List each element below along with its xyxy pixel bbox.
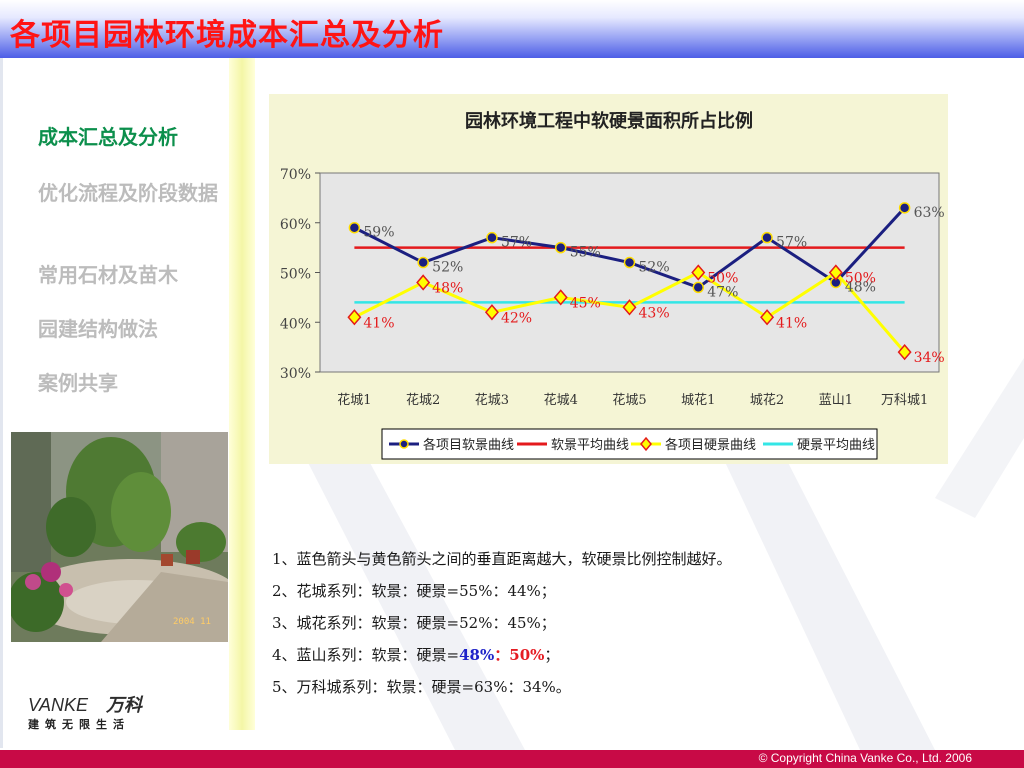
- y-tick-label: 30%: [280, 366, 311, 382]
- soft-point: [348, 221, 361, 234]
- soft-data-label: 52%: [432, 260, 463, 276]
- note-line-5: 5、万科城系列：软景：硬景=63%：34%。: [272, 678, 571, 696]
- header-bar: 各项目园林环境成本汇总及分析: [0, 0, 1024, 58]
- soft-data-label: 57%: [501, 235, 532, 251]
- logo-tagline: 建筑无限生活: [28, 718, 130, 731]
- note-line-2: 2、花城系列：软景：硬景=55%：44%；: [272, 582, 556, 600]
- x-tick-label: 花城3: [475, 392, 509, 408]
- hard-data-label: 43%: [639, 305, 670, 321]
- x-tick-label: 蓝山1: [819, 393, 853, 408]
- nav-item-process-optimization[interactable]: 优化流程及阶段数据: [38, 180, 228, 206]
- note-line-4-prefix: 4、蓝山系列：软景：硬景=: [272, 646, 460, 664]
- x-axis: 花城1 花城2 花城3 花城4 花城5 城花1 城花2 蓝山1 万科城1: [337, 392, 928, 408]
- legend-label: 各项目软景曲线: [423, 437, 514, 453]
- garden-photo: 2004 11: [11, 432, 228, 642]
- x-tick-label: 万科城1: [881, 393, 928, 408]
- y-tick-label: 70%: [280, 167, 311, 183]
- divider-bar: [229, 58, 255, 730]
- soft-data-label: 55%: [570, 245, 601, 261]
- y-tick-label: 60%: [280, 217, 311, 233]
- x-tick-label: 花城5: [612, 392, 646, 408]
- vanke-logo: VANKE 万科 建筑无限生活: [28, 692, 198, 732]
- hard-data-label: 50%: [707, 271, 738, 287]
- chart-title: 园林环境工程中软硬景面积所占比例: [465, 110, 753, 132]
- hard-data-label: 41%: [363, 315, 394, 331]
- soft-data-label: 63%: [914, 205, 945, 221]
- hard-data-label: 48%: [432, 280, 463, 296]
- left-rule: [0, 58, 3, 748]
- soft-data-label: 59%: [363, 225, 394, 241]
- nav-item-structure-methods[interactable]: 园建结构做法: [38, 316, 228, 342]
- logo-chinese-text: 万科: [105, 695, 144, 716]
- hard-data-label: 42%: [501, 310, 532, 326]
- photo-date-stamp: 2004 11: [173, 617, 211, 627]
- soft-point: [761, 231, 773, 244]
- note-line-4-soft: 48%: [459, 646, 495, 664]
- chart-legend: 各项目软景曲线 软景平均曲线 各项目硬景曲线 硬景平均曲线: [381, 428, 878, 460]
- legend-marker-circle: [399, 439, 409, 449]
- note-line-1: 1、蓝色箭头与黄色箭头之间的垂直距离越大，软硬景比例控制越好。: [272, 550, 732, 568]
- soft-point: [898, 202, 911, 214]
- soft-point: [623, 256, 636, 269]
- legend-label: 各项目硬景曲线: [665, 437, 756, 453]
- page-title: 各项目园林环境成本汇总及分析: [10, 18, 444, 53]
- note-line-3: 3、城花系列：软景：硬景=52%：45%；: [272, 614, 556, 632]
- legend-label: 软景平均曲线: [551, 438, 629, 453]
- note-line-4-sep: ：: [494, 646, 510, 664]
- x-tick-label: 城花1: [681, 392, 715, 408]
- soft-point: [692, 281, 705, 294]
- line-chart: 园林环境工程中软硬景面积所占比例 30%40%50%60%70% 花城1 花城2 花…: [280, 110, 945, 460]
- copyright-text: © Copyright China Vanke Co., Ltd. 2006: [758, 751, 972, 765]
- hard-data-label: 45%: [570, 295, 601, 311]
- soft-point: [417, 256, 429, 269]
- x-tick-label: 花城4: [544, 392, 578, 408]
- chart-panel: 园林环境工程中软硬景面积所占比例 30% 40% 50% 60% 70% 花城1 花城2 花…: [269, 94, 948, 464]
- x-tick-label: 花城1: [337, 392, 371, 408]
- vanke-logo-mark: VANKE 万科: [28, 695, 144, 716]
- soft-data-label: 52%: [639, 260, 670, 276]
- nav-item-case-sharing[interactable]: 案例共享: [38, 370, 228, 396]
- x-tick-label: 城花2: [750, 392, 784, 408]
- hard-data-label: 41%: [776, 315, 807, 331]
- soft-data-label: 57%: [776, 235, 807, 251]
- nav-item-stone-seedlings[interactable]: 常用石材及苗木: [38, 262, 228, 288]
- soft-point: [486, 231, 498, 244]
- note-line-4-suffix: ；: [544, 646, 560, 664]
- nav-item-cost-summary[interactable]: 成本汇总及分析: [38, 124, 228, 150]
- hard-data-label: 34%: [914, 350, 945, 366]
- hard-data-label: 50%: [845, 271, 876, 287]
- y-tick-label: 50%: [280, 267, 311, 283]
- note-line-4: 4、蓝山系列：软景：硬景=48%：50%；: [272, 642, 972, 674]
- note-line-4-hard: 50%: [509, 646, 545, 664]
- logo-latin-text: VANKE: [28, 695, 89, 715]
- y-axis: 30% 40% 50% 60% 70%: [280, 167, 320, 382]
- x-tick-label: 花城2: [406, 392, 440, 408]
- soft-data-label: 47%: [707, 284, 738, 300]
- soft-point: [554, 241, 567, 254]
- legend-label: 硬景平均曲线: [797, 438, 875, 453]
- footer-bar: © Copyright China Vanke Co., Ltd. 2006: [0, 750, 1024, 768]
- analysis-notes: 1、蓝色箭头与黄色箭头之间的垂直距离越大，软硬景比例控制越好。 2、花城系列：软…: [272, 546, 972, 706]
- y-tick-label: 40%: [280, 316, 311, 332]
